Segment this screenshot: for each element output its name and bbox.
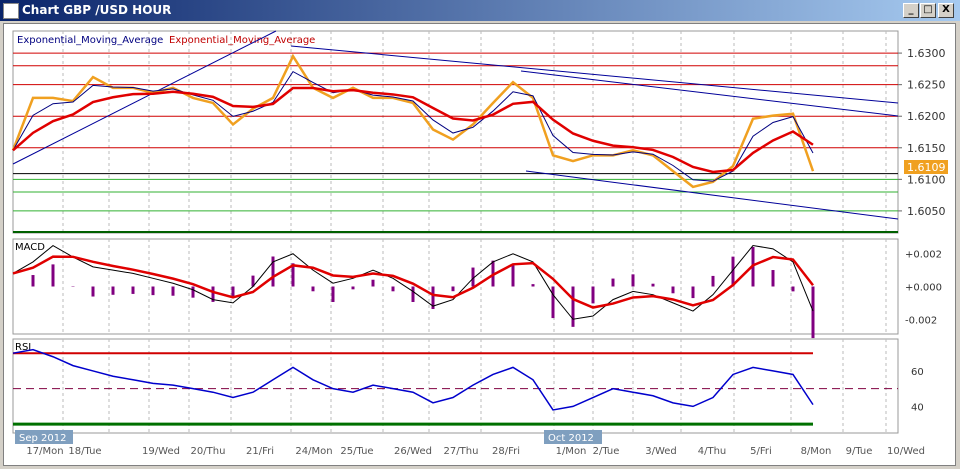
price-tick-label: 1.6150	[907, 142, 946, 155]
date-label: 2/Tue	[593, 446, 620, 457]
date-label: 24/Mon	[295, 446, 332, 457]
date-label: 25/Tue	[340, 446, 373, 457]
macd-tick-label: +0.002	[905, 250, 942, 261]
current-price-value: 1.6109	[907, 161, 946, 174]
date-label: 28/Fri	[492, 446, 520, 457]
price-tick-label: 1.6050	[907, 205, 946, 218]
macd-tick-label: -0.002	[905, 315, 937, 326]
chart-app-icon	[3, 3, 19, 19]
chart-svg[interactable]: Exponential_Moving_Average Exponential_M…	[4, 24, 955, 465]
month-label: Oct 2012	[548, 433, 594, 444]
date-label: 21/Fri	[246, 446, 274, 457]
legend-ema-fast: Exponential_Moving_Average	[17, 35, 163, 46]
minimize-button[interactable]: _	[903, 3, 919, 18]
price-tick-label: 1.6300	[907, 47, 946, 60]
legend-ema-slow: Exponential_Moving_Average	[169, 35, 315, 46]
date-label: 26/Wed	[394, 446, 432, 457]
date-label: 8/Mon	[801, 446, 832, 457]
macd-tick-label: +0.000	[905, 283, 942, 294]
pane-macd	[12, 238, 899, 335]
chart-client-area: Exponential_Moving_Average Exponential_M…	[3, 23, 956, 466]
month-label: Sep 2012	[19, 433, 66, 444]
date-label: 20/Thu	[191, 446, 226, 457]
date-label: 9/Tue	[846, 446, 873, 457]
price-tick-label: 1.6100	[907, 173, 946, 186]
rsi-tick-label: 60	[911, 367, 924, 378]
close-button[interactable]: X	[938, 3, 954, 18]
date-label: 17/Mon	[26, 446, 63, 457]
rsi-tick-label: 40	[911, 402, 924, 413]
window-title: Chart GBP /USD HOUR	[22, 3, 172, 17]
date-label: 1/Mon	[556, 446, 587, 457]
date-label: 4/Thu	[698, 446, 727, 457]
date-label: 19/Wed	[142, 446, 180, 457]
date-label: 3/Wed	[645, 446, 677, 457]
price-tick-label: 1.6250	[907, 79, 946, 92]
title-bar: Chart GBP /USD HOUR _ □ X	[0, 0, 960, 21]
maximize-button[interactable]: □	[920, 3, 936, 18]
date-label: 18/Tue	[68, 446, 101, 457]
price-tick-label: 1.6200	[907, 110, 946, 123]
date-label: 5/Fri	[750, 446, 772, 457]
date-label: 27/Thu	[444, 446, 479, 457]
macd-label: MACD	[15, 242, 45, 253]
date-label: 10/Wed	[887, 446, 925, 457]
